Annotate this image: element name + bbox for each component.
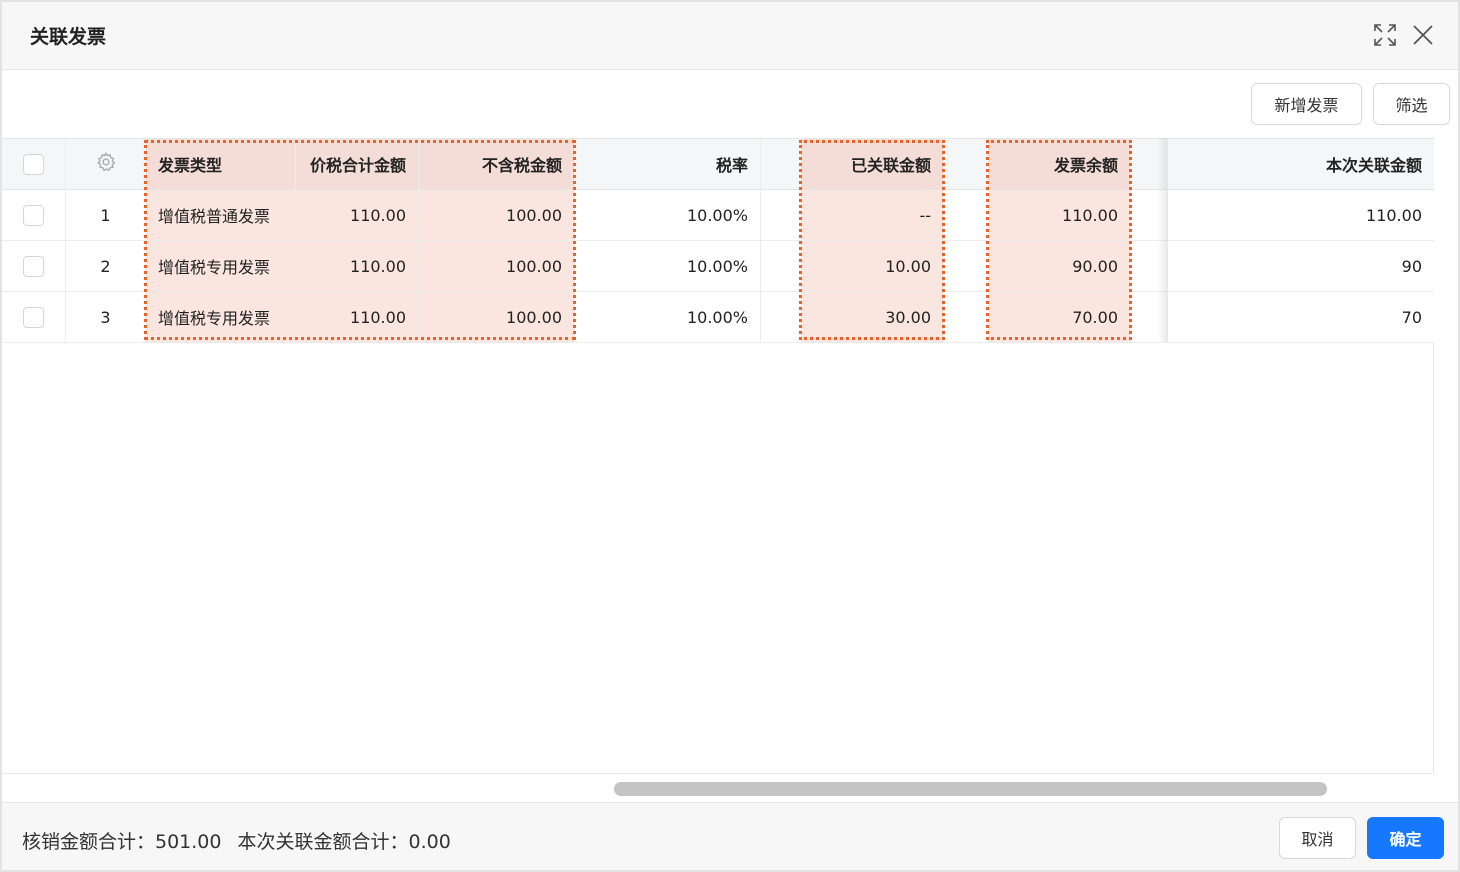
invoice-table: 发票类型 价税合计金额 不含税金额 税率 已关联金额 发票余额 本次关联金额 1… [2,138,1434,774]
expand-icon[interactable] [1372,22,1398,48]
table-row[interactable]: 3 增值税专用发票 110.00 100.00 10.00% 30.00 70.… [2,292,1434,343]
row-select-cell [2,241,66,291]
total-with-tax-cell: 110.00 [296,190,419,240]
tax-rate-cell: 10.00% [575,241,761,291]
invoice-balance-cell: 110.00 [988,190,1131,240]
tax-rate-cell: 10.00% [575,190,761,240]
amount-excl-tax-cell: 100.00 [419,241,575,291]
current-total-text: 本次关联金额合计：0.00 [237,831,451,853]
add-invoice-button[interactable]: 新增发票 [1251,83,1362,125]
close-icon[interactable] [1410,22,1436,48]
dialog-header: 关联发票 [2,2,1458,70]
current-linked-amount-cell[interactable]: 110.00 [1167,190,1434,240]
amount-excl-tax-cell: 100.00 [419,190,575,240]
column-settings-cell [66,139,146,189]
invoice-balance-cell: 70.00 [988,292,1131,342]
invoice-type-cell: 增值税专用发票 [146,292,296,342]
invoice-balance-cell: 90.00 [988,241,1131,291]
col-header-tax-rate[interactable]: 税率 [575,139,761,189]
amount-summary: 核销金额合计：501.00 本次关联金额合计：0.00 [22,827,461,854]
col-spacer [944,139,988,189]
linked-amount-cell: -- [801,190,944,240]
amount-excl-tax-cell: 100.00 [419,292,575,342]
horizontal-scrollbar[interactable] [2,774,1458,800]
table-row[interactable]: 1 增值税普通发票 110.00 100.00 10.00% -- 110.00… [2,190,1434,241]
header-select-all-cell [2,139,66,189]
row-checkbox[interactable] [23,204,44,226]
col-header-current-linked-amount[interactable]: 本次关联金额 [1167,139,1434,189]
total-with-tax-cell: 110.00 [296,292,419,342]
select-all-checkbox[interactable] [23,153,44,175]
fixed-column-shadow [1157,138,1167,342]
row-index: 3 [66,292,146,342]
col-header-linked-amount[interactable]: 已关联金额 [801,139,944,189]
row-index: 2 [66,241,146,291]
writeoff-total-text: 核销金额合计：501.00 [22,831,222,853]
filter-button[interactable]: 筛选 [1373,83,1450,125]
col-spacer [761,139,801,189]
gear-icon[interactable] [95,151,117,177]
tax-rate-cell: 10.00% [575,292,761,342]
total-with-tax-cell: 110.00 [296,241,419,291]
row-checkbox[interactable] [23,306,44,328]
row-select-cell [2,190,66,240]
table-row[interactable]: 2 增值税专用发票 110.00 100.00 10.00% 10.00 90.… [2,241,1434,292]
dialog-title: 关联发票 [30,26,107,48]
current-linked-amount-cell[interactable]: 90 [1167,241,1434,291]
linked-amount-link[interactable]: 10.00 [801,241,944,291]
table-header: 发票类型 价税合计金额 不含税金额 税率 已关联金额 发票余额 本次关联金额 [2,138,1434,190]
invoice-type-cell: 增值税普通发票 [146,190,296,240]
dialog-footer: 核销金额合计：501.00 本次关联金额合计：0.00 [2,802,1458,870]
row-select-cell [2,292,66,342]
col-header-amount-excl-tax[interactable]: 不含税金额 [419,139,575,189]
linked-amount-link[interactable]: 30.00 [801,292,944,342]
invoice-type-cell: 增值税专用发票 [146,241,296,291]
col-header-total-with-tax[interactable]: 价税合计金额 [296,139,419,189]
col-header-invoice-type[interactable]: 发票类型 [146,139,296,189]
scrollbar-thumb[interactable] [614,782,1327,796]
row-checkbox[interactable] [23,255,44,277]
confirm-button[interactable]: 确定 [1367,817,1444,859]
row-index: 1 [66,190,146,240]
cancel-button[interactable]: 取消 [1279,817,1356,859]
current-linked-amount-cell[interactable]: 70 [1167,292,1434,342]
related-invoices-dialog: 关联发票 新增发票 筛选 发票类型 价税合计金额 不含税金额 税率 已关联金额 … [0,0,1460,872]
col-header-invoice-balance[interactable]: 发票余额 [988,139,1131,189]
